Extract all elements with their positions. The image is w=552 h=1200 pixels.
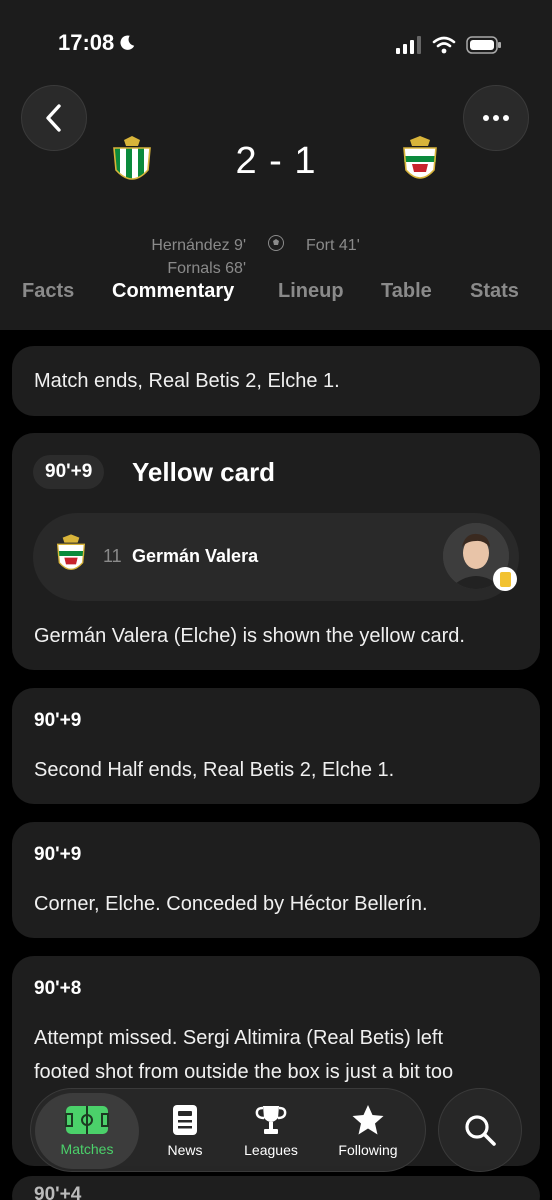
minute-label: 90'+4 <box>34 1184 82 1200</box>
tab-commentary[interactable]: Commentary <box>112 280 234 303</box>
commentary-text: Corner, Elche. Conceded by Héctor Beller… <box>34 893 428 915</box>
shirt-number: 11 <box>103 546 122 566</box>
tab-lineup[interactable]: Lineup <box>278 280 344 303</box>
pitch-icon <box>65 1106 109 1134</box>
wifi-icon <box>432 36 456 54</box>
news-icon <box>173 1105 197 1135</box>
tab-facts[interactable]: Facts <box>22 280 74 303</box>
nav-news[interactable]: News <box>143 1089 227 1173</box>
moon-icon <box>120 35 135 50</box>
commentary-text-line: footed shot from outside the box is just… <box>34 1061 454 1083</box>
minute-label: 90'+9 <box>34 710 82 731</box>
tab-table[interactable]: Table <box>381 280 432 303</box>
bottom-nav: Matches News Leagues Following <box>30 1088 426 1172</box>
away-scorers: Fort 41' <box>306 234 360 257</box>
commentary-card-yellow-card: 90'+9 Yellow card 11 Germán Valera Germá… <box>12 433 540 670</box>
search-button[interactable] <box>438 1088 522 1172</box>
nav-leagues[interactable]: Leagues <box>229 1089 313 1173</box>
trophy-icon <box>255 1106 287 1134</box>
home-scorer: Fornals 68' <box>167 260 246 277</box>
nav-label: News <box>167 1142 203 1158</box>
clock-text: 17:08 <box>58 30 115 55</box>
nav-label: Matches <box>60 1141 114 1157</box>
match-tabs: Facts Commentary Lineup Table Stats <box>0 280 552 312</box>
nav-matches[interactable]: Matches <box>35 1093 139 1169</box>
player-name: Germán Valera <box>132 546 259 566</box>
match-header: 17:08 2 - 1 Hernández 9' Fornals 68' For… <box>0 0 552 330</box>
football-icon <box>268 235 284 251</box>
yellow-card-icon <box>493 567 517 591</box>
status-time: 17:08 <box>58 30 136 56</box>
nav-label: Following <box>338 1142 398 1158</box>
commentary-card: 90'+4 <box>12 1176 540 1200</box>
commentary-card: 90'+9 Second Half ends, Real Betis 2, El… <box>12 688 540 804</box>
search-icon <box>465 1115 496 1146</box>
commentary-text: Match ends, Real Betis 2, Elche 1. <box>34 370 340 392</box>
more-horizontal-icon <box>483 115 509 121</box>
minute-badge: 90'+9 <box>33 455 105 489</box>
commentary-card: 90'+9 Corner, Elche. Conceded by Héctor … <box>12 822 540 938</box>
chevron-left-icon <box>46 104 61 132</box>
real-betis-crest[interactable] <box>108 136 156 188</box>
battery-icon <box>466 36 501 54</box>
home-scorers: Hernández 9' Fornals 68' <box>151 234 246 280</box>
player-row[interactable]: 11 Germán Valera <box>33 513 519 601</box>
commentary-text-line: Attempt missed. Sergi Altimira (Real Bet… <box>34 1027 444 1049</box>
away-scorer: Fort 41' <box>306 237 360 254</box>
event-title: Yellow card <box>132 457 276 487</box>
nav-following[interactable]: Following <box>323 1089 413 1173</box>
more-options-button[interactable] <box>463 85 529 151</box>
tab-stats[interactable]: Stats <box>470 280 519 303</box>
commentary-text: Germán Valera (Elche) is shown the yello… <box>34 625 465 647</box>
minute-label: 90'+9 <box>34 844 82 865</box>
status-icons <box>396 36 502 54</box>
commentary-card-match-end: Match ends, Real Betis 2, Elche 1. <box>12 346 540 416</box>
elche-crest <box>56 534 86 570</box>
back-button[interactable] <box>21 85 87 151</box>
status-bar: 17:08 <box>0 0 552 90</box>
nav-label: Leagues <box>244 1142 298 1158</box>
signal-icon <box>396 36 421 54</box>
star-icon <box>352 1105 384 1135</box>
elche-crest[interactable] <box>396 136 444 188</box>
home-scorer: Hernández 9' <box>151 237 246 254</box>
commentary-text: Second Half ends, Real Betis 2, Elche 1. <box>34 759 395 781</box>
minute-label: 90'+8 <box>34 978 82 999</box>
match-score: 2 - 1 <box>235 140 317 182</box>
